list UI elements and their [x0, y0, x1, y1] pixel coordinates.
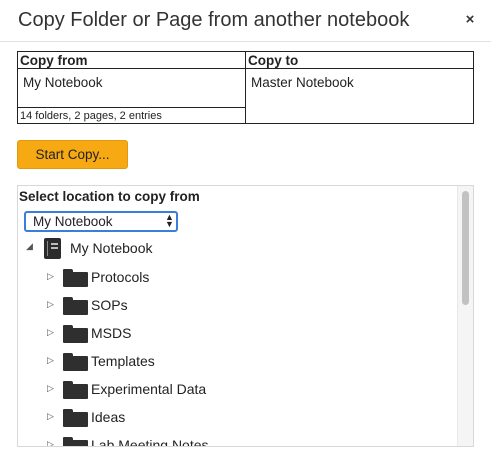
location-select-value: My Notebook [33, 214, 113, 229]
expand-toggle-icon[interactable]: ▷ [47, 355, 57, 367]
start-copy-button[interactable]: Start Copy... [17, 140, 128, 169]
expand-toggle-icon[interactable]: ▷ [47, 411, 57, 423]
tree-node-label: Lab Meeting Notes [91, 437, 209, 447]
tree-folder-sops[interactable]: ▷ SOPs [47, 294, 247, 318]
tree-node-label: Protocols [91, 269, 150, 285]
copy-from-header: Copy from [18, 52, 245, 69]
tree-folder-templates[interactable]: ▷ Templates [47, 350, 247, 374]
expand-toggle-icon[interactable]: ▷ [47, 271, 57, 283]
folder-icon [63, 381, 88, 399]
select-arrows-icon: ▲ ▼ [165, 212, 174, 229]
copy-to-header: Copy to [246, 52, 473, 69]
dialog-header: Copy Folder or Page from another noteboo… [0, 0, 491, 42]
location-tree: Select location to copy from My Notebook… [18, 186, 458, 446]
folder-icon [63, 325, 88, 343]
close-button[interactable]: × [462, 12, 478, 28]
tree-node-label: SOPs [91, 297, 128, 313]
folder-icon [63, 297, 88, 315]
copy-from-value: My Notebook [23, 75, 103, 90]
tree-node-label: Experimental Data [91, 381, 207, 397]
location-label: Select location to copy from [19, 189, 200, 204]
copy-to-value: Master Notebook [251, 75, 354, 90]
expand-toggle-icon[interactable]: ▷ [47, 383, 57, 395]
copy-summary-table: Copy from My Notebook 14 folders, 2 page… [17, 51, 474, 124]
dialog-title: Copy Folder or Page from another noteboo… [18, 9, 410, 31]
folder-icon [63, 353, 88, 371]
scrollbar-thumb[interactable] [462, 191, 469, 305]
collapse-toggle-icon[interactable]: ◢ [26, 241, 36, 253]
copy-from-column: Copy from My Notebook 14 folders, 2 page… [18, 52, 246, 123]
copy-from-summary: 14 folders, 2 pages, 2 entries [18, 107, 245, 123]
folder-icon [63, 409, 88, 427]
vertical-scrollbar[interactable] [457, 186, 473, 446]
tree-node-root[interactable]: ◢ My Notebook [26, 237, 226, 261]
folder-icon [63, 437, 88, 446]
location-panel: Select location to copy from My Notebook… [17, 185, 474, 447]
expand-toggle-icon[interactable]: ▷ [47, 439, 57, 446]
tree-node-label: Ideas [91, 409, 126, 425]
location-select[interactable]: My Notebook ▲ ▼ [24, 211, 178, 232]
expand-toggle-icon[interactable]: ▷ [47, 299, 57, 311]
tree-folder-protocols[interactable]: ▷ Protocols [47, 266, 247, 290]
folder-icon [63, 269, 88, 287]
tree-node-label: My Notebook [70, 240, 153, 256]
copy-to-column: Copy to Master Notebook [246, 52, 473, 123]
tree-folder-msds[interactable]: ▷ MSDS [47, 322, 247, 346]
expand-toggle-icon[interactable]: ▷ [47, 327, 57, 339]
tree-folder-experimental-data[interactable]: ▷ Experimental Data [47, 378, 267, 402]
tree-node-label: Templates [91, 353, 155, 369]
notebook-icon [44, 238, 61, 259]
tree-node-label: MSDS [91, 325, 132, 341]
tree-folder-lab-meeting-notes[interactable]: ▷ Lab Meeting Notes [47, 434, 267, 447]
tree-folder-ideas[interactable]: ▷ Ideas [47, 406, 247, 430]
